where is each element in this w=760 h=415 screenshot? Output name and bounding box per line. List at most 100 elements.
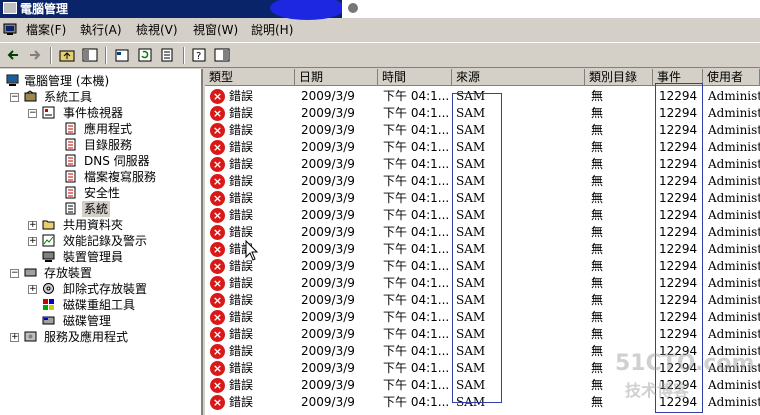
column-header-type[interactable]: 類型 <box>205 69 295 86</box>
error-icon: × <box>210 174 225 189</box>
cell-time: 下午 04:1... <box>383 242 450 256</box>
show-hide-action-pane-icon[interactable] <box>214 47 230 63</box>
services-icon <box>24 331 37 342</box>
error-icon: × <box>210 140 225 155</box>
expand-toggle[interactable]: + <box>28 237 37 246</box>
tree-item-label: 系統 <box>82 201 111 217</box>
cell-time: 下午 04:1... <box>383 174 450 188</box>
tree-item-label: 安全性 <box>84 186 121 200</box>
cell-type: 錯誤 <box>229 140 254 154</box>
error-icon: × <box>210 293 225 308</box>
cell-user: Administra <box>708 293 760 307</box>
cell-type: 錯誤 <box>229 361 254 375</box>
cell-date: 2009/3/9 <box>301 208 355 222</box>
cell-type: 錯誤 <box>229 344 254 358</box>
cell-category: 無 <box>591 225 604 239</box>
tree-item-label: 磁碟重組工具 <box>63 298 136 312</box>
mouse-cursor-icon <box>245 239 259 261</box>
cell-user: Administra <box>708 89 760 103</box>
cell-time: 下午 04:1... <box>383 259 450 273</box>
cell-user: Administra <box>708 106 760 120</box>
cell-category: 無 <box>591 259 604 273</box>
error-icon: × <box>210 242 225 257</box>
menu-view[interactable]: 檢視(V) <box>136 22 178 38</box>
error-icon: × <box>210 191 225 206</box>
menu-bar: 檔案(F) 執行(A) 檢視(V) 視窗(W) 說明(H) <box>0 19 760 41</box>
cell-category: 無 <box>591 327 604 341</box>
event-viewer-icon <box>42 106 55 119</box>
watermark-site: 51CTO.com <box>615 351 755 376</box>
collapse-toggle[interactable]: − <box>28 109 37 118</box>
column-header-category[interactable]: 類別目錄 <box>585 69 653 86</box>
menu-action[interactable]: 執行(A) <box>80 22 122 38</box>
cell-date: 2009/3/9 <box>301 157 355 171</box>
tools-icon <box>24 90 37 102</box>
collapse-toggle[interactable]: − <box>10 269 19 278</box>
cell-user: Administra <box>708 276 760 290</box>
expand-toggle[interactable]: + <box>28 285 37 294</box>
cell-type: 錯誤 <box>229 395 254 409</box>
toolbar: ? <box>0 42 760 68</box>
console-tree: 電腦管理 (本機) − 系統工具 − 事件檢視器 應用程式 目錄服務 DNS 伺… <box>0 69 203 415</box>
error-icon: × <box>210 276 225 291</box>
show-hide-tree-icon[interactable] <box>82 47 98 63</box>
tree-item-label: 裝置管理員 <box>63 250 124 264</box>
cell-category: 無 <box>591 242 604 256</box>
help-icon[interactable]: ? <box>191 47 207 63</box>
expand-toggle[interactable]: + <box>28 221 37 230</box>
back-arrow-icon[interactable] <box>5 47 21 63</box>
collapse-toggle[interactable]: − <box>10 93 19 102</box>
svg-text:?: ? <box>196 51 201 62</box>
cell-type: 錯誤 <box>229 225 254 239</box>
refresh-icon[interactable] <box>137 47 153 63</box>
error-icon: × <box>210 225 225 240</box>
up-folder-icon[interactable] <box>59 47 75 63</box>
cell-date: 2009/3/9 <box>301 242 355 256</box>
disk-icon <box>42 316 55 325</box>
cell-time: 下午 04:1... <box>383 191 450 205</box>
cell-category: 無 <box>591 293 604 307</box>
forward-arrow-icon[interactable] <box>27 47 43 63</box>
cell-category: 無 <box>591 106 604 120</box>
cell-time: 下午 04:1... <box>383 344 450 358</box>
properties-icon[interactable] <box>114 47 130 63</box>
menu-file[interactable]: 檔案(F) <box>26 22 66 38</box>
menu-help[interactable]: 說明(H) <box>251 22 293 38</box>
cell-category: 無 <box>591 140 604 154</box>
log-icon <box>65 138 76 151</box>
cell-category: 無 <box>591 123 604 137</box>
cell-date: 2009/3/9 <box>301 225 355 239</box>
cell-category: 無 <box>591 174 604 188</box>
menu-window[interactable]: 視窗(W) <box>193 22 238 38</box>
column-header-time[interactable]: 時間 <box>378 69 452 86</box>
export-list-icon[interactable] <box>160 47 176 63</box>
cell-date: 2009/3/9 <box>301 106 355 120</box>
defrag-icon <box>43 299 54 310</box>
performance-icon <box>42 234 55 247</box>
inactive-window-strip <box>342 0 760 18</box>
cell-type: 錯誤 <box>229 157 254 171</box>
cell-date: 2009/3/9 <box>301 293 355 307</box>
title-bar: 電腦管理 <box>0 0 760 20</box>
cell-category: 無 <box>591 157 604 171</box>
log-icon <box>65 170 76 183</box>
column-header-user[interactable]: 使用者 <box>703 69 760 86</box>
error-icon: × <box>210 344 225 359</box>
cell-type: 錯誤 <box>229 378 254 392</box>
cell-type: 錯誤 <box>229 123 254 137</box>
tree-item-label: 存放裝置 <box>44 266 93 280</box>
cell-user: Administra <box>708 174 760 188</box>
cell-user: Administra <box>708 225 760 239</box>
cell-category: 無 <box>591 89 604 103</box>
expand-toggle[interactable]: + <box>10 333 19 342</box>
log-icon <box>65 202 76 215</box>
column-header-source[interactable]: 來源 <box>452 69 585 86</box>
cell-time: 下午 04:1... <box>383 293 450 307</box>
column-header-date[interactable]: 日期 <box>295 69 378 86</box>
cell-time: 下午 04:1... <box>383 395 450 409</box>
cell-user: Administra <box>708 242 760 256</box>
cell-time: 下午 04:1... <box>383 310 450 324</box>
tree-item-label: 效能記錄及警示 <box>63 234 148 248</box>
cell-date: 2009/3/9 <box>301 140 355 154</box>
tree-item-label: 服務及應用程式 <box>44 330 129 344</box>
